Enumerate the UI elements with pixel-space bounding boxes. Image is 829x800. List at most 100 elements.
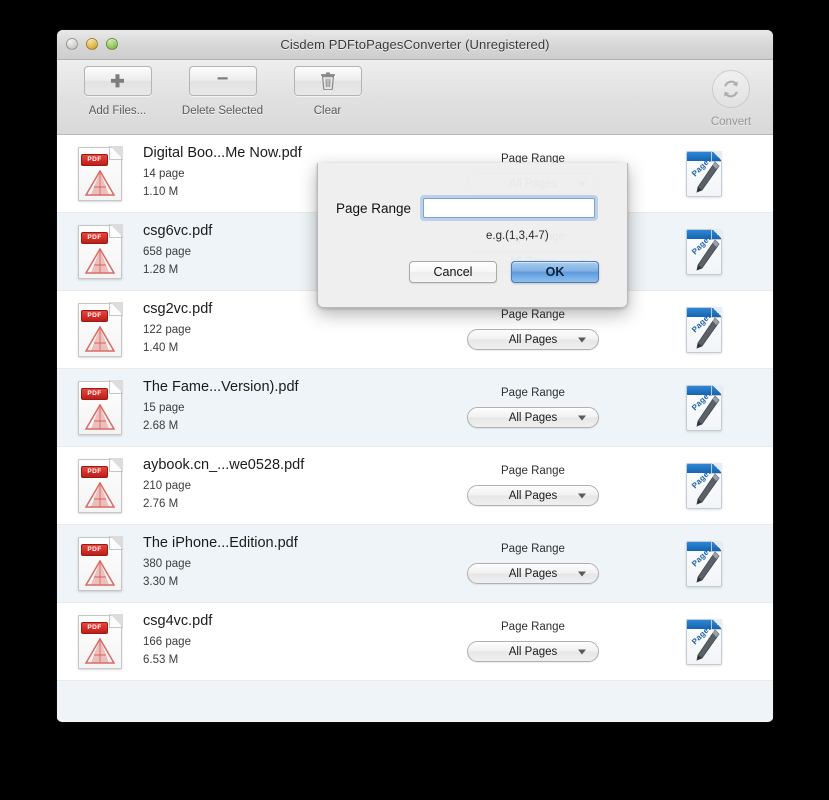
pen-icon (696, 550, 720, 583)
file-info: The iPhone...Edition.pdf 380 page 3.30 M (143, 535, 373, 592)
file-size: 3.30 M (143, 576, 179, 588)
adobe-a-icon (85, 169, 115, 196)
pdf-badge: PDF (81, 231, 108, 244)
file-name: csg4vc.pdf (143, 613, 213, 630)
chevron-down-icon (578, 649, 586, 654)
clear-label: Clear (313, 105, 342, 117)
adobe-a-icon (85, 403, 115, 430)
page-range-dropdown-value: All Pages (508, 333, 558, 346)
pages-file-icon: Pages (686, 150, 722, 197)
page-range-column: Page Range All Pages (433, 543, 633, 584)
pdf-file-icon: PDF (78, 535, 123, 591)
pdf-icon-wrapper: PDF (57, 301, 143, 357)
page-range-dropdown-value: All Pages (508, 411, 558, 424)
file-info: csg4vc.pdf 166 page 6.53 M (143, 613, 373, 670)
file-row[interactable]: PDF The iPhone...Edition.pdf 380 page 3.30 … (57, 525, 773, 603)
chevron-down-icon (578, 571, 586, 576)
pdf-badge: PDF (81, 465, 108, 478)
page-range-column-label: Page Range (501, 543, 565, 555)
page-range-dropdown-value: All Pages (508, 567, 558, 580)
pages-file-icon: Pages (686, 540, 722, 587)
close-window-button[interactable] (66, 38, 78, 50)
file-name: Digital Boo...Me Now.pdf (143, 145, 302, 162)
page-range-column-label: Page Range (501, 465, 565, 477)
file-size: 1.40 M (143, 342, 179, 354)
file-name: aybook.cn_...we0528.pdf (143, 457, 305, 474)
pages-file-icon: Pages (686, 306, 722, 353)
page-range-field-row: Page Range (318, 163, 627, 221)
file-name: The Fame...Version).pdf (143, 379, 299, 396)
pen-icon (696, 394, 720, 427)
maximize-window-button[interactable] (106, 38, 118, 50)
clear-button-face[interactable] (293, 66, 362, 96)
page-range-column: Page Range All Pages (433, 387, 633, 428)
page-range-column-label: Page Range (501, 387, 565, 399)
minus-icon: − (216, 68, 229, 90)
delete-selected-button-face[interactable]: − (188, 66, 257, 96)
file-page-count: 15 page (143, 402, 185, 415)
chevron-down-icon (578, 337, 586, 342)
chevron-down-icon (578, 493, 586, 498)
window-title: Cisdem PDFtoPagesConverter (Unregistered… (280, 37, 550, 52)
page-range-input[interactable] (423, 198, 596, 218)
pen-icon (696, 238, 720, 271)
minimize-window-button[interactable] (86, 38, 98, 50)
page-range-label: Page Range (336, 200, 412, 216)
adobe-a-icon (85, 247, 115, 274)
pdf-badge: PDF (81, 543, 108, 556)
convert-button[interactable]: Convert (695, 70, 767, 128)
page-range-column: Page Range All Pages (433, 621, 633, 662)
pdf-corner-fold (109, 535, 123, 550)
file-row[interactable]: PDF The Fame...Version).pdf 15 page 2.68 M P… (57, 369, 773, 447)
window-controls (66, 38, 118, 50)
page-range-dropdown-value: All Pages (508, 645, 558, 658)
page-range-column: Page Range All Pages (433, 309, 633, 350)
pdf-icon-wrapper: PDF (57, 145, 143, 201)
pdf-file-icon: PDF (78, 145, 123, 201)
file-row[interactable]: PDF aybook.cn_...we0528.pdf 210 page 2.76 M… (57, 447, 773, 525)
output-format-column: Pages (659, 384, 749, 431)
file-name: The iPhone...Edition.pdf (143, 535, 298, 552)
ok-button[interactable]: OK (511, 261, 599, 283)
output-format-column: Pages (659, 462, 749, 509)
file-info: aybook.cn_...we0528.pdf 210 page 2.76 M (143, 457, 373, 514)
page-range-dropdown[interactable]: All Pages (467, 641, 599, 662)
file-size: 6.53 M (143, 654, 179, 666)
file-info: csg2vc.pdf 122 page 1.40 M (143, 301, 373, 358)
page-range-dropdown[interactable]: All Pages (467, 485, 599, 506)
trash-icon (320, 72, 335, 90)
delete-selected-button[interactable]: − Delete Selected (170, 66, 275, 117)
chevron-down-icon (578, 415, 586, 420)
pdf-icon-wrapper: PDF (57, 457, 143, 513)
convert-button-face[interactable] (712, 70, 750, 108)
pdf-icon-wrapper: PDF (57, 223, 143, 279)
file-row[interactable]: PDF csg4vc.pdf 166 page 6.53 M Page Range All… (57, 603, 773, 681)
pdf-icon-wrapper: PDF (57, 535, 143, 591)
output-format-column: Pages (659, 306, 749, 353)
pages-file-icon: Pages (686, 228, 722, 275)
pdf-corner-fold (109, 457, 123, 472)
pdf-file-icon: PDF (78, 301, 123, 357)
clear-button[interactable]: Clear (275, 66, 380, 117)
file-page-count: 210 page (143, 480, 191, 493)
page-range-dropdown[interactable]: All Pages (467, 407, 599, 428)
page-range-dropdown[interactable]: All Pages (467, 329, 599, 350)
add-files-button-face[interactable]: ✚ (83, 66, 152, 96)
pdf-badge: PDF (81, 153, 108, 166)
page-range-input-focus-ring (420, 195, 599, 221)
output-format-column: Pages (659, 228, 749, 275)
page-range-dropdown[interactable]: All Pages (467, 563, 599, 584)
output-format-column: Pages (659, 540, 749, 587)
pdf-file-icon: PDF (78, 223, 123, 279)
file-size: 2.76 M (143, 498, 179, 510)
toolbar: ✚ Add Files... − Delete Selected Clear C… (57, 60, 773, 135)
pdf-file-icon: PDF (78, 613, 123, 669)
add-files-button[interactable]: ✚ Add Files... (65, 66, 170, 117)
adobe-a-icon (85, 325, 115, 352)
plus-icon: ✚ (110, 71, 125, 91)
pen-icon (696, 628, 720, 661)
pen-icon (696, 316, 720, 349)
cancel-button[interactable]: Cancel (409, 261, 497, 283)
pages-file-icon: Pages (686, 384, 722, 431)
pdf-icon-wrapper: PDF (57, 613, 143, 669)
